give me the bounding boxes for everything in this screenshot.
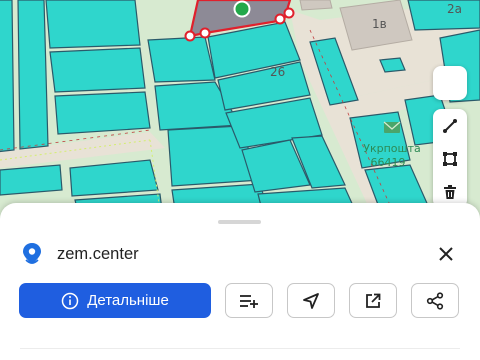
info-icon xyxy=(61,292,79,309)
sheet-header: zem.center xyxy=(20,240,460,268)
line-tool-button[interactable] xyxy=(433,109,467,142)
building xyxy=(299,0,333,11)
trash-icon xyxy=(444,184,456,199)
polygon-tool-icon xyxy=(443,151,457,166)
action-row: Детальніше xyxy=(19,283,462,319)
vertex-handle[interactable] xyxy=(184,30,196,42)
vertex-handle[interactable] xyxy=(274,13,286,25)
location-marker[interactable] xyxy=(233,0,251,18)
polygon-tool-button[interactable] xyxy=(433,142,467,175)
parcel-label: 26 xyxy=(270,65,285,79)
site-name: zem.center xyxy=(57,244,139,263)
parcel-label: 1в xyxy=(372,17,387,31)
line-tool-icon xyxy=(443,118,457,133)
share-icon xyxy=(426,291,444,310)
sheet-drag-handle[interactable] xyxy=(218,220,261,224)
map-pin-icon xyxy=(23,243,41,264)
open-external-icon xyxy=(366,293,381,308)
share-button[interactable] xyxy=(411,283,459,318)
divider xyxy=(20,348,460,349)
bottom-sheet: zem.center Детальніше xyxy=(0,203,480,360)
vertex-handle[interactable] xyxy=(283,7,295,19)
vertex-handle[interactable] xyxy=(199,27,211,39)
poi-label: 66419 xyxy=(371,156,406,169)
close-button[interactable] xyxy=(432,240,460,268)
details-button[interactable]: Детальніше xyxy=(19,283,211,318)
add-to-list-icon xyxy=(240,294,258,308)
details-label: Детальніше xyxy=(87,292,169,309)
blank-tool-button[interactable] xyxy=(433,66,467,100)
open-external-button[interactable] xyxy=(349,283,397,318)
close-icon xyxy=(439,247,453,261)
navigate-icon xyxy=(303,292,319,309)
parcel-label: 2а xyxy=(447,2,462,16)
map-tools xyxy=(433,66,467,208)
post-office-icon[interactable] xyxy=(383,121,401,133)
poi-label: Укрпошта xyxy=(363,142,420,155)
site-icon xyxy=(20,242,44,266)
navigate-button[interactable] xyxy=(287,283,335,318)
add-to-list-button[interactable] xyxy=(225,283,273,318)
draw-tools xyxy=(433,109,467,208)
